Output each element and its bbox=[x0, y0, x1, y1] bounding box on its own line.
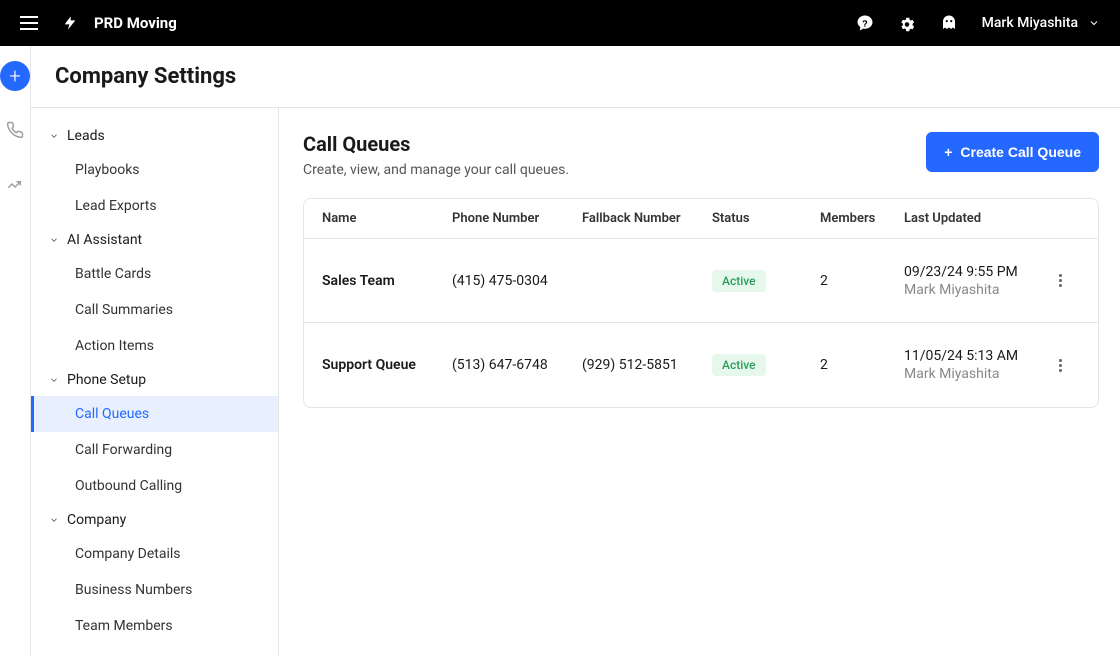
col-phone: Phone Number bbox=[452, 211, 582, 226]
chart-up-icon bbox=[6, 175, 24, 193]
chevron-down-icon bbox=[49, 375, 59, 385]
updated-by: Mark Miyashita bbox=[904, 282, 1040, 298]
nav-item-call-summaries[interactable]: Call Summaries bbox=[31, 292, 278, 328]
chevron-down-icon bbox=[1088, 17, 1100, 29]
cell-phone: (415) 475-0304 bbox=[452, 273, 582, 289]
col-updated: Last Updated bbox=[904, 211, 1040, 226]
nav-item-call-queues[interactable]: Call Queues bbox=[31, 396, 278, 432]
table-header-row: Name Phone Number Fallback Number Status… bbox=[304, 199, 1098, 239]
cell-name: Sales Team bbox=[322, 273, 452, 289]
call-queues-table: Name Phone Number Fallback Number Status… bbox=[303, 198, 1099, 408]
user-menu[interactable]: Mark Miyashita bbox=[982, 15, 1100, 31]
settings-sidebar: Leads PlaybooksLead Exports AI Assistant Ba… bbox=[31, 108, 279, 656]
cell-members: 2 bbox=[820, 357, 904, 373]
nav-item-call-forwarding[interactable]: Call Forwarding bbox=[31, 432, 278, 468]
main-title-block: Call Queues Create, view, and manage you… bbox=[303, 132, 569, 178]
chevron-down-icon bbox=[49, 131, 59, 141]
create-call-queue-button[interactable]: + Create Call Queue bbox=[926, 132, 1099, 172]
nav-group-ai-assistant[interactable]: AI Assistant bbox=[31, 224, 278, 256]
cell-name: Support Queue bbox=[322, 357, 452, 373]
table-body: Sales Team(415) 475-0304Active209/23/24 … bbox=[304, 239, 1098, 407]
cell-fallback: (929) 512-5851 bbox=[582, 357, 712, 373]
nav-group-label: Leads bbox=[67, 128, 105, 144]
nav-item-battle-cards[interactable]: Battle Cards bbox=[31, 256, 278, 292]
menu-toggle-icon[interactable] bbox=[20, 16, 38, 30]
page-body: + Company Settings Leads PlaybooksLead Ex… bbox=[0, 46, 1120, 656]
nav-item-business-numbers[interactable]: Business Numbers bbox=[31, 572, 278, 608]
nav-item-company-details[interactable]: Company Details bbox=[31, 536, 278, 572]
updated-by: Mark Miyashita bbox=[904, 366, 1040, 382]
section-subtitle: Create, view, and manage your call queue… bbox=[303, 162, 569, 178]
header-right: Mark Miyashita bbox=[856, 14, 1100, 32]
add-button[interactable]: + bbox=[0, 61, 30, 91]
settings-gear-icon[interactable] bbox=[898, 14, 916, 32]
chat-help-icon[interactable] bbox=[856, 14, 874, 32]
bolt-logo-icon bbox=[62, 13, 78, 33]
top-header: PRD Moving Mark Miyashita bbox=[0, 0, 1120, 46]
cell-members: 2 bbox=[820, 273, 904, 289]
rail-analytics[interactable] bbox=[0, 169, 30, 199]
col-fallback: Fallback Number bbox=[582, 211, 712, 226]
nav-group-phone-setup[interactable]: Phone Setup bbox=[31, 364, 278, 396]
main-panel: Call Queues Create, view, and manage you… bbox=[279, 108, 1120, 656]
nav-group-leads[interactable]: Leads bbox=[31, 120, 278, 152]
nav-group-label: AI Assistant bbox=[67, 232, 142, 248]
create-button-label: Create Call Queue bbox=[960, 144, 1081, 160]
nav-rail: + bbox=[0, 46, 31, 656]
logo-wrap: PRD Moving bbox=[62, 13, 177, 33]
table-row[interactable]: Sales Team(415) 475-0304 Active 209/23/24 … bbox=[304, 239, 1098, 323]
updated-date: 09/23/24 9:55 PM bbox=[904, 264, 1040, 280]
content-header: Company Settings bbox=[31, 46, 1120, 108]
col-members: Members bbox=[820, 211, 904, 226]
main-header: Call Queues Create, view, and manage you… bbox=[303, 132, 1099, 178]
cell-status: Active bbox=[712, 354, 820, 376]
row-actions-menu[interactable] bbox=[1040, 274, 1080, 287]
nav-item-team-members[interactable]: Team Members bbox=[31, 608, 278, 644]
section-title: Call Queues bbox=[303, 132, 569, 156]
cell-phone: (513) 647-6748 bbox=[452, 357, 582, 373]
nav-item-action-items[interactable]: Action Items bbox=[31, 328, 278, 364]
col-status: Status bbox=[712, 211, 820, 226]
header-left: PRD Moving bbox=[20, 13, 177, 33]
kebab-icon bbox=[1059, 274, 1062, 287]
plus-icon: + bbox=[944, 144, 952, 160]
cell-status: Active bbox=[712, 270, 820, 292]
updated-date: 11/05/24 5:13 AM bbox=[904, 348, 1040, 364]
cell-updated: 11/05/24 5:13 AM Mark Miyashita bbox=[904, 348, 1040, 382]
status-badge: Active bbox=[712, 354, 766, 376]
page-title: Company Settings bbox=[55, 64, 1099, 89]
row-actions-menu[interactable] bbox=[1040, 359, 1080, 372]
chevron-down-icon bbox=[49, 515, 59, 525]
kebab-icon bbox=[1059, 359, 1062, 372]
col-name: Name bbox=[322, 211, 452, 226]
nav-group-company[interactable]: Company bbox=[31, 504, 278, 536]
status-badge: Active bbox=[712, 270, 766, 292]
nav-group-label: Phone Setup bbox=[67, 372, 146, 388]
rail-phone[interactable] bbox=[0, 115, 30, 145]
cell-updated: 09/23/24 9:55 PM Mark Miyashita bbox=[904, 264, 1040, 298]
nav-item-outbound-calling[interactable]: Outbound Calling bbox=[31, 468, 278, 504]
chevron-down-icon bbox=[49, 235, 59, 245]
nav-item-lead-exports[interactable]: Lead Exports bbox=[31, 188, 278, 224]
user-name: Mark Miyashita bbox=[982, 15, 1078, 31]
content-col: Company Settings Leads PlaybooksLead Expo… bbox=[31, 46, 1120, 656]
table-row[interactable]: Support Queue(513) 647-6748(929) 512-585… bbox=[304, 323, 1098, 407]
phone-icon bbox=[6, 121, 24, 139]
ghost-icon[interactable] bbox=[940, 14, 958, 32]
app-title: PRD Moving bbox=[94, 14, 177, 32]
body-row: Leads PlaybooksLead Exports AI Assistant Ba… bbox=[31, 108, 1120, 656]
nav-group-label: Company bbox=[67, 512, 126, 528]
nav-item-playbooks[interactable]: Playbooks bbox=[31, 152, 278, 188]
